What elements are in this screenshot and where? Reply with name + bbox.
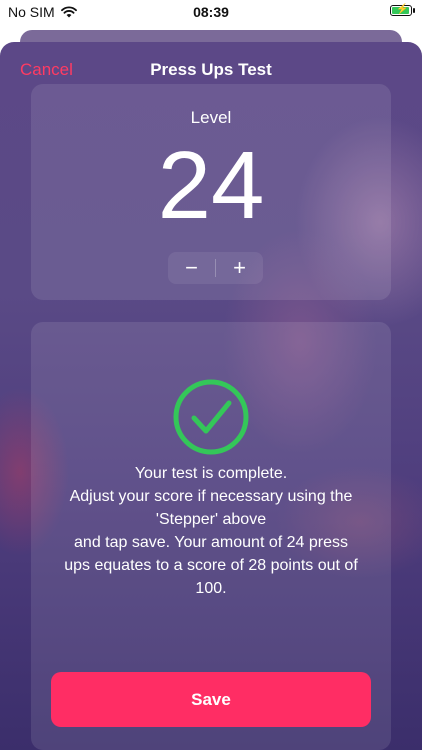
battery-charging-icon: ⚡ [390,4,415,16]
page-title: Press Ups Test [150,60,272,79]
status-right: ⚡ [390,4,415,16]
result-line: 'Stepper' above [155,511,267,528]
check-circle-icon [173,379,249,455]
level-card: Level 24 − + [31,84,391,300]
level-stepper[interactable]: − + [168,252,263,284]
result-card: Your test is complete. Adjust your score… [31,322,391,750]
result-line: ups equates to a score of 28 points out … [64,557,358,574]
save-button[interactable]: Save [51,672,371,727]
modal-sheet: Cancel Press Ups Test Level 24 − + Your … [0,42,422,750]
result-line: 100. [195,580,227,597]
level-value: 24 [157,132,265,239]
charge-bolt-icon: ⚡ [396,4,409,15]
increment-button[interactable]: + [216,252,263,284]
decrement-button[interactable]: − [168,252,215,284]
status-bar: No SIM 08:39 ⚡ [0,0,422,24]
result-message: Your test is complete. Adjust your score… [41,462,381,600]
result-line: Adjust your score if necessary using the [69,488,353,505]
status-time: 08:39 [193,4,229,20]
result-line: and tap save. Your amount of 24 press [74,534,348,551]
result-line: Your test is complete. [134,465,288,482]
level-label: Level [190,108,232,127]
